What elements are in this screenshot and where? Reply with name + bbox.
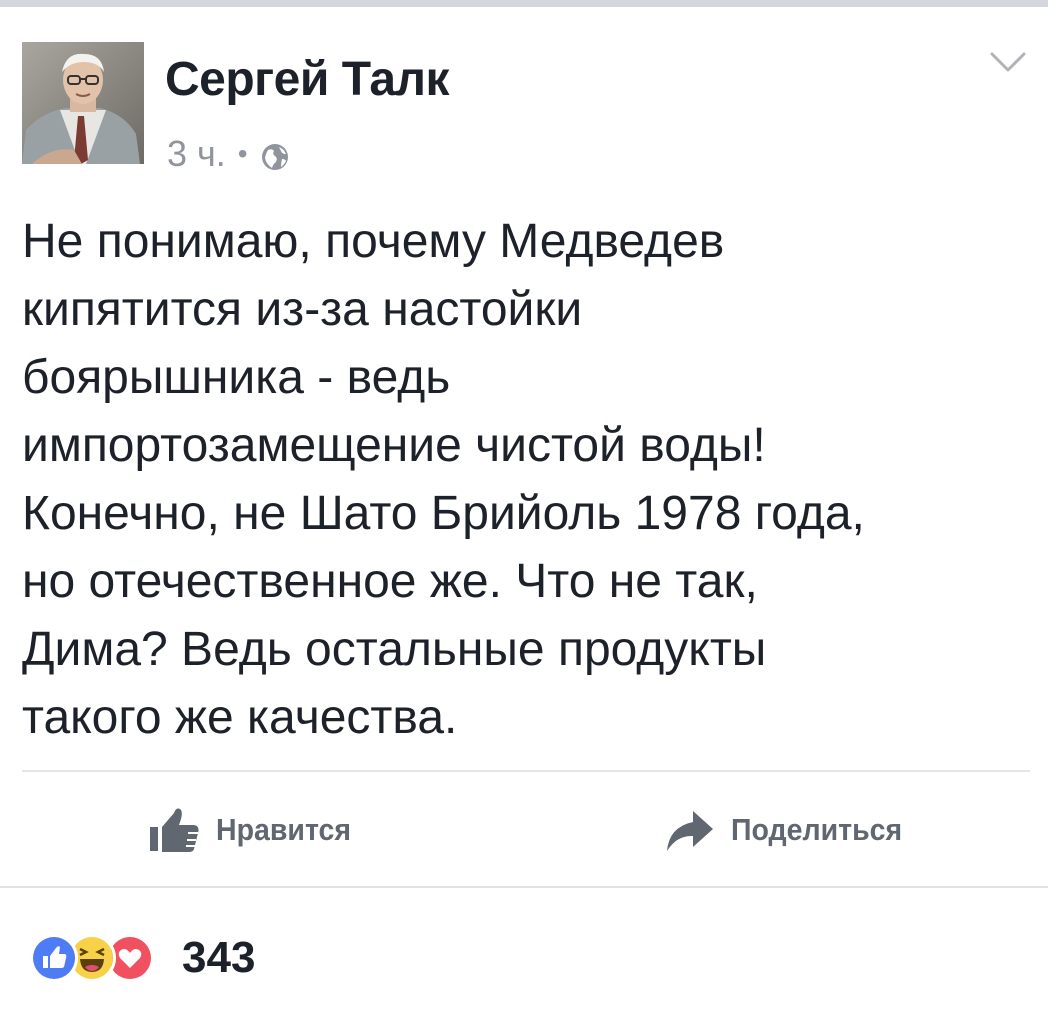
actions-divider (22, 770, 1030, 772)
meta-separator: • (237, 138, 248, 169)
share-button[interactable]: Поделиться (663, 800, 917, 860)
post-text: Не понимаю, почему Медведев кипятится из… (22, 215, 865, 744)
like-label: Нравится (216, 812, 352, 847)
avatar[interactable] (22, 42, 144, 164)
post-meta: 3 ч. • (167, 132, 290, 176)
globe-icon (260, 139, 290, 170)
reaction-count: 343 (182, 933, 256, 982)
reactions-divider (0, 886, 1048, 888)
thumbs-up-icon (148, 805, 202, 855)
top-separator (0, 0, 1048, 7)
post-timestamp[interactable]: 3 ч. (167, 133, 226, 175)
share-arrow-icon (663, 805, 717, 855)
reactions-summary[interactable]: 343 (30, 928, 255, 988)
like-reaction-icon (30, 934, 78, 982)
author-name[interactable]: Сергей Талк (165, 52, 450, 107)
share-label: Поделиться (731, 812, 903, 847)
like-button[interactable]: Нравится (148, 800, 363, 860)
chevron-down-icon[interactable] (988, 48, 1028, 76)
